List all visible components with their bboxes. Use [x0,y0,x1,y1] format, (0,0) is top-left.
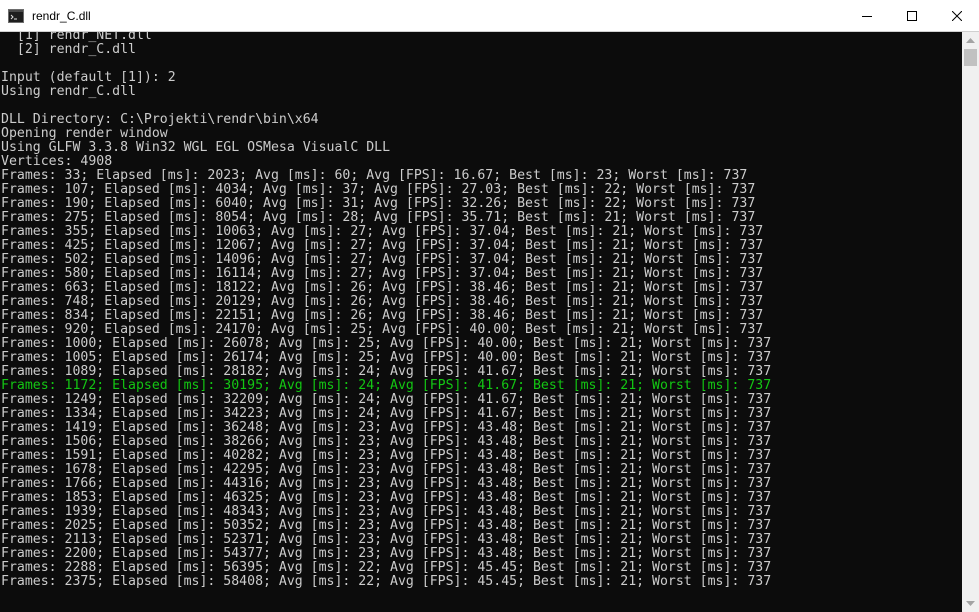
console-line: Frames: 2288; Elapsed [ms]: 56395; Avg [… [1,560,772,575]
scroll-up-button[interactable] [962,32,979,49]
console-line: Frames: 1419; Elapsed [ms]: 36248; Avg [… [1,420,772,435]
console-line: Frames: 580; Elapsed [ms]: 16114; Avg [m… [1,266,764,281]
console-line: Frames: 33; Elapsed [ms]: 2023; Avg [ms]… [1,168,748,183]
console-line: Frames: 1766; Elapsed [ms]: 44316; Avg [… [1,476,772,491]
console-line: Frames: 663; Elapsed [ms]: 18122; Avg [m… [1,280,764,295]
scrollbar-thumb[interactable] [964,49,977,66]
console-line: DLL Directory: C:\Projekti\rendr\bin\x64 [1,112,319,127]
console-line: Frames: 1334; Elapsed [ms]: 34223; Avg [… [1,406,772,421]
console-line: Frames: 2375; Elapsed [ms]: 58408; Avg [… [1,574,772,589]
console-line: Frames: 2025; Elapsed [ms]: 50352; Avg [… [1,518,772,533]
vertical-scrollbar[interactable] [962,32,979,612]
console-window: rendr_C.dll [1] rendr_NET.dll [2] rendr_… [0,0,979,612]
console-line: Frames: 1939; Elapsed [ms]: 48343; Avg [… [1,504,772,519]
console-line: Using GLFW 3.3.8 Win32 WGL EGL OSMesa Vi… [1,140,391,155]
console-line: Frames: 190; Elapsed [ms]: 6040; Avg [ms… [1,196,756,211]
console-line: Frames: 748; Elapsed [ms]: 20129; Avg [m… [1,294,764,309]
console-line: Frames: 1249; Elapsed [ms]: 32209; Avg [… [1,392,772,407]
scroll-up-arrow-icon [966,38,975,43]
console-line: Frames: 1506; Elapsed [ms]: 38266; Avg [… [1,434,772,449]
console-line: Frames: 1005; Elapsed [ms]: 26174; Avg [… [1,350,772,365]
console-line: Frames: 275; Elapsed [ms]: 8054; Avg [ms… [1,210,756,225]
console-output[interactable]: [1] rendr_NET.dll [2] rendr_C.dll Input (… [0,32,962,612]
scroll-down-button[interactable] [962,595,979,612]
scroll-down-arrow-icon [966,601,975,606]
console-line: Input (default [1]): 2 [1,70,176,85]
console-line: Frames: 1172; Elapsed [ms]: 30195; Avg [… [1,378,772,393]
console-line: Frames: 834; Elapsed [ms]: 22151; Avg [m… [1,308,764,323]
console-line: Frames: 355; Elapsed [ms]: 10063; Avg [m… [1,224,764,239]
console-line: Frames: 1000; Elapsed [ms]: 26078; Avg [… [1,336,772,351]
console-line: Frames: 425; Elapsed [ms]: 12067; Avg [m… [1,238,764,253]
close-icon [951,10,962,21]
console-line: Frames: 2200; Elapsed [ms]: 54377; Avg [… [1,546,772,561]
console-line: Frames: 1853; Elapsed [ms]: 46325; Avg [… [1,490,772,505]
console-line: Frames: 920; Elapsed [ms]: 24170; Avg [m… [1,322,764,337]
minimize-button[interactable] [844,0,889,31]
console-line: Frames: 107; Elapsed [ms]: 4034; Avg [ms… [1,182,756,197]
console-line: Frames: 502; Elapsed [ms]: 14096; Avg [m… [1,252,764,267]
close-button[interactable] [934,0,979,31]
maximize-button[interactable] [889,0,934,31]
console-lines: [1] rendr_NET.dll [2] rendr_C.dll Input (… [1,32,771,589]
console-line: Frames: 2113; Elapsed [ms]: 52371; Avg [… [1,532,772,547]
window-title: rendr_C.dll [32,8,91,23]
minimize-icon [861,15,872,17]
console-line: [2] rendr_C.dll [1,42,136,57]
console-line: Frames: 1678; Elapsed [ms]: 42295; Avg [… [1,462,772,477]
console-line: Opening render window [1,126,168,141]
console-line: Vertices: 4908 [1,154,113,169]
maximize-icon [906,10,917,21]
console-icon[interactable] [8,8,24,24]
console-line: Using rendr_C.dll [1,84,136,99]
title-bar[interactable]: rendr_C.dll [0,0,979,32]
console-line: Frames: 1591; Elapsed [ms]: 40282; Avg [… [1,448,772,463]
console-line: Frames: 1089; Elapsed [ms]: 28182; Avg [… [1,364,772,379]
